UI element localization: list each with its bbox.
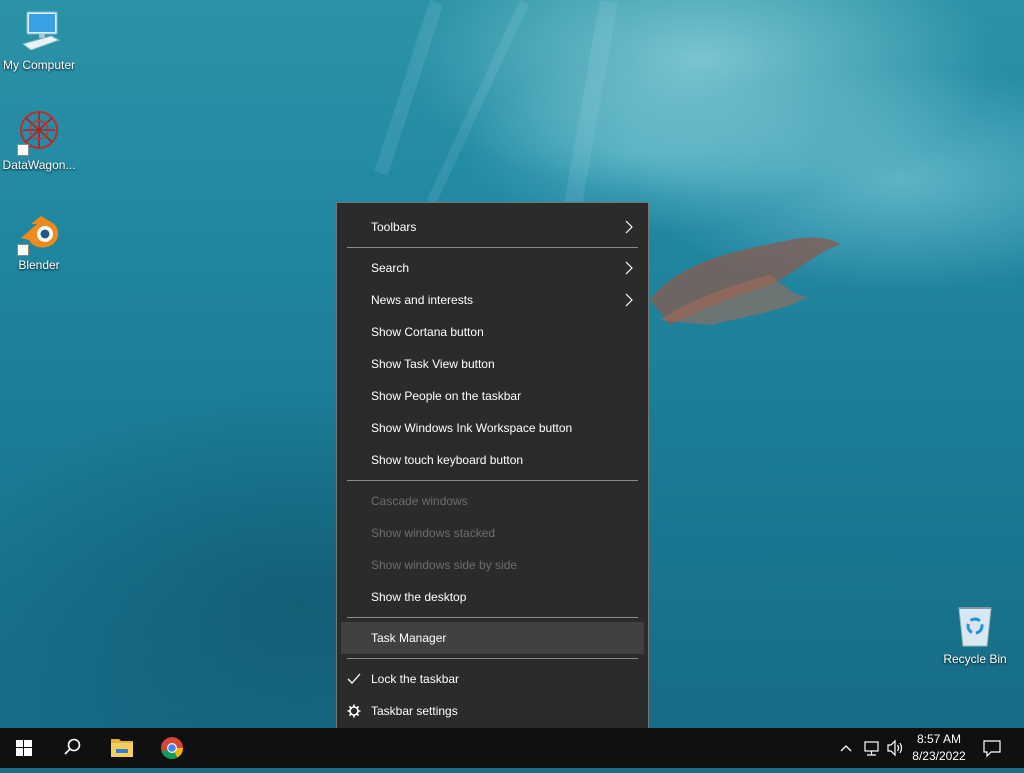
menu-item-label: Cascade windows bbox=[371, 494, 468, 508]
start-button[interactable] bbox=[0, 728, 48, 768]
file-explorer-icon bbox=[111, 739, 133, 757]
recycle-bin-icon bbox=[951, 602, 999, 650]
shortcut-arrow-icon bbox=[17, 144, 29, 156]
show-hidden-icons-button[interactable] bbox=[834, 728, 858, 768]
menu-item-label: Show Windows Ink Workspace button bbox=[371, 421, 573, 435]
menu-item-show-people[interactable]: Show People on the taskbar bbox=[341, 380, 644, 412]
menu-item-show-windows-side-by-side: Show windows side by side bbox=[341, 549, 644, 581]
menu-item-lock-the-taskbar[interactable]: Lock the taskbar bbox=[341, 663, 644, 695]
menu-item-show-windows-stacked: Show windows stacked bbox=[341, 517, 644, 549]
desktop-icon-label: DataWagon... bbox=[2, 158, 76, 172]
menu-item-toolbars[interactable]: Toolbars bbox=[341, 211, 644, 243]
menu-item-taskbar-settings[interactable]: Taskbar settings bbox=[341, 695, 644, 727]
menu-item-label: Show touch keyboard button bbox=[371, 453, 524, 467]
volume-icon bbox=[887, 739, 903, 757]
menu-item-news-and-interests[interactable]: News and interests bbox=[341, 284, 644, 316]
chevron-up-icon bbox=[840, 745, 852, 752]
menu-item-task-manager[interactable]: Task Manager bbox=[341, 622, 644, 654]
clock-date: 8/23/2022 bbox=[912, 749, 966, 763]
desktop-icon-my-computer[interactable]: My Computer bbox=[0, 8, 78, 72]
menu-separator bbox=[347, 658, 638, 659]
menu-item-show-task-view-button[interactable]: Show Task View button bbox=[341, 348, 644, 380]
menu-item-show-cortana-button[interactable]: Show Cortana button bbox=[341, 316, 644, 348]
gear-icon bbox=[347, 704, 361, 718]
menu-item-show-windows-ink[interactable]: Show Windows Ink Workspace button bbox=[341, 412, 644, 444]
menu-item-label: Show the desktop bbox=[371, 590, 467, 604]
menu-item-label: Toolbars bbox=[371, 220, 417, 234]
file-explorer-button[interactable] bbox=[98, 728, 146, 768]
light-ray bbox=[374, 0, 444, 176]
search-button[interactable] bbox=[48, 728, 96, 768]
network-button[interactable] bbox=[859, 728, 883, 768]
menu-item-label: Search bbox=[371, 261, 410, 275]
action-center-button[interactable] bbox=[980, 728, 1004, 768]
chevron-right-icon bbox=[625, 293, 633, 307]
desktop-icon-label: My Computer bbox=[2, 58, 76, 72]
menu-item-label: Show windows side by side bbox=[371, 558, 518, 572]
shortcut-arrow-icon bbox=[17, 244, 29, 256]
desktop-icon-label: Recycle Bin bbox=[943, 652, 1007, 666]
taskbar[interactable]: 8:57 AM 8/23/2022 bbox=[0, 728, 1024, 768]
chrome-button[interactable] bbox=[148, 728, 196, 768]
menu-item-search[interactable]: Search bbox=[341, 252, 644, 284]
menu-item-label: Task Manager bbox=[371, 631, 447, 645]
light-ray bbox=[427, 0, 530, 204]
menu-item-label: Show People on the taskbar bbox=[371, 389, 522, 403]
menu-separator bbox=[347, 480, 638, 481]
menu-item-label: News and interests bbox=[371, 293, 474, 307]
menu-item-label: Show windows stacked bbox=[371, 526, 496, 540]
menu-item-label: Show Task View button bbox=[371, 357, 495, 371]
blender-icon bbox=[15, 208, 63, 256]
datawagon-icon bbox=[15, 108, 63, 156]
menu-item-label: Show Cortana button bbox=[371, 325, 484, 339]
menu-item-label: Taskbar settings bbox=[371, 704, 458, 718]
clock-time: 8:57 AM bbox=[916, 732, 962, 746]
menu-separator bbox=[347, 247, 638, 248]
windows-start-icon bbox=[16, 740, 32, 756]
desktop-icon-label: Blender bbox=[18, 258, 60, 272]
desktop-icon-blender[interactable]: Blender bbox=[0, 208, 78, 272]
chevron-right-icon bbox=[625, 261, 633, 275]
volume-button[interactable] bbox=[883, 728, 907, 768]
desktop-icon-datawagon[interactable]: DataWagon... bbox=[0, 108, 78, 172]
diver-fins-decoration bbox=[650, 237, 840, 325]
menu-item-show-touch-keyboard[interactable]: Show touch keyboard button bbox=[341, 444, 644, 476]
menu-item-cascade-windows: Cascade windows bbox=[341, 485, 644, 517]
desktop-icon-recycle-bin[interactable]: Recycle Bin bbox=[936, 602, 1014, 666]
taskbar-clock[interactable]: 8:57 AM 8/23/2022 bbox=[906, 731, 972, 765]
checkmark-icon bbox=[347, 673, 361, 684]
network-icon bbox=[864, 741, 879, 756]
chrome-icon bbox=[161, 737, 183, 760]
menu-item-label: Lock the taskbar bbox=[371, 672, 460, 686]
menu-item-show-the-desktop[interactable]: Show the desktop bbox=[341, 581, 644, 613]
computer-icon bbox=[15, 8, 63, 56]
chevron-right-icon bbox=[625, 220, 633, 234]
search-icon bbox=[64, 738, 81, 755]
notification-icon bbox=[983, 740, 1001, 758]
taskbar-context-menu: Toolbars Search News and interests Show … bbox=[336, 202, 649, 736]
menu-separator bbox=[347, 617, 638, 618]
